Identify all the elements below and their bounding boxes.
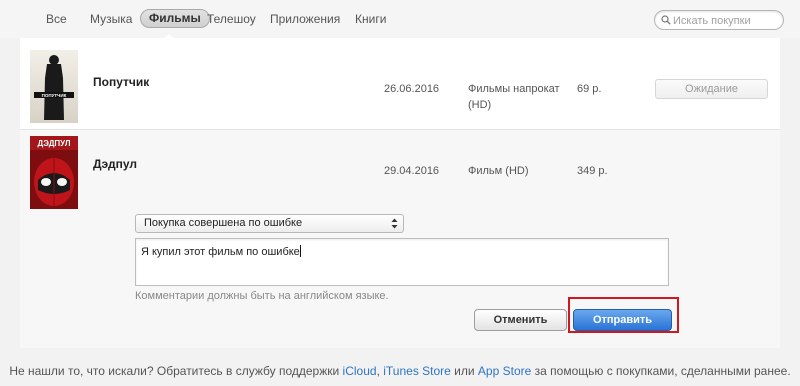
tab-books[interactable]: Книги [355,10,386,28]
tab-apps[interactable]: Приложения [270,10,340,28]
movie-title: Дэдпул [93,157,138,171]
tab-tv-shows[interactable]: Телешоу [207,10,256,28]
purchase-date: 26.06.2016 [384,83,440,95]
search-icon [661,15,671,25]
movie-poster[interactable]: ДЭДПУЛ [30,136,78,209]
footer-support-text: Не нашли то, что искали? Обратитесь в сл… [0,364,800,378]
text-caret [299,245,301,257]
reason-select-value: Покупка совершена по ошибке [144,217,303,229]
cancel-button[interactable]: Отменить [474,309,567,331]
app-store-link[interactable]: App Store [478,364,531,378]
footer-text: за помощью с покупками, сделанными ранее… [531,364,791,378]
purchase-date: 29.04.2016 [384,165,440,177]
footer-separator: или [450,364,478,378]
purchases-panel: ПОПУТЧИК Попутчик 26.06.2016 Фильмы напр… [20,38,780,348]
purchase-type-line2: (HD) [468,99,492,111]
poster-title: ДЭДПУЛ [38,139,71,148]
purchase-price: 349 р. [577,165,608,177]
search-field[interactable] [654,10,784,30]
pending-button[interactable]: Ожидание [655,79,768,99]
comment-hint: Комментарии должны быть на английском яз… [135,290,389,302]
poster-title: ПОПУТЧИК [42,93,67,98]
purchase-price: 69 р. [577,83,602,95]
footer-text: Не нашли то, что искали? Обратитесь в сл… [9,364,343,378]
tab-movies[interactable]: Фильмы [140,9,210,28]
itunes-store-link[interactable]: iTunes Store [383,364,451,378]
top-navigation: Все Музыка Фильмы Телешоу Приложения Кни… [0,0,800,40]
search-input[interactable] [673,13,779,28]
movie-poster[interactable]: ПОПУТЧИК [30,50,78,123]
purchase-type-line1: Фильмы напрокат [468,83,560,95]
movie-title: Попутчик [93,75,150,89]
purchase-row: ПОПУТЧИК Попутчик 26.06.2016 Фильмы напр… [20,38,780,130]
tab-all[interactable]: Все [46,10,67,28]
comment-text: Я купил этот фильм по ошибке [141,246,300,258]
comment-textarea[interactable]: Я купил этот фильм по ошибке [135,238,669,286]
purchase-type: Фильм (HD) [468,165,529,177]
reason-select[interactable]: Покупка совершена по ошибке [135,214,404,233]
tab-music[interactable]: Музыка [90,10,132,28]
select-arrows-icon [391,218,398,229]
submit-button[interactable]: Отправить [573,309,672,331]
purchase-type: Фильмы напрокат (HD) [468,81,560,113]
icloud-link[interactable]: iCloud [343,364,377,378]
